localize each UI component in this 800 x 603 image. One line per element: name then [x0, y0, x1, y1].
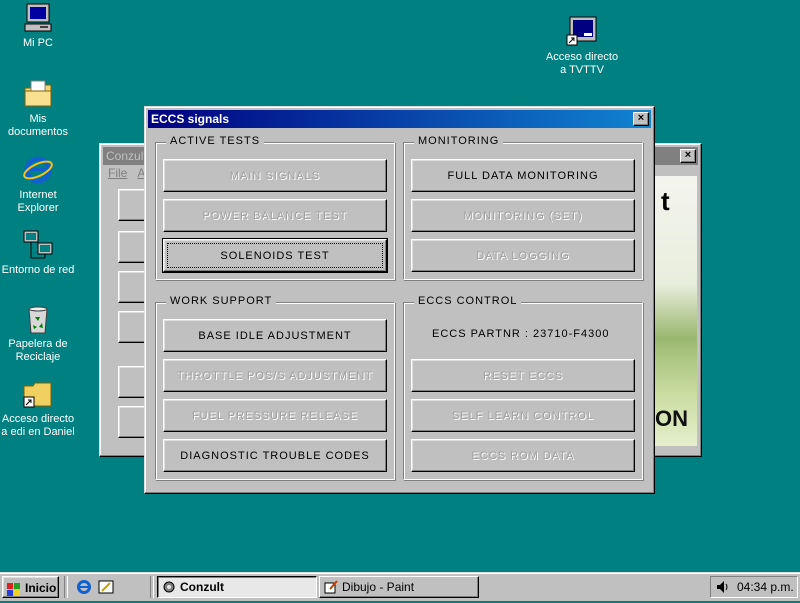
full-data-monitoring-button[interactable]: FULL DATA MONITORING: [411, 159, 635, 192]
computer-icon: [22, 2, 54, 34]
taskbar-divider: [150, 576, 154, 598]
desktop-icon-mis-documentos[interactable]: Mis documentos: [0, 78, 76, 139]
desktop-icon-mi-pc[interactable]: Mi PC: [0, 2, 76, 50]
desktop-icon-acceso-edi[interactable]: Acceso directo a edi en Daniel: [0, 378, 76, 439]
group-label: MONITORING: [414, 135, 504, 147]
desktop-icon-entorno-de-red[interactable]: Entorno de red: [0, 229, 76, 277]
close-icon: ×: [637, 112, 645, 124]
monitoring-set-button[interactable]: MONITORING (SET): [411, 199, 635, 232]
group-label: WORK SUPPORT: [166, 295, 277, 307]
eccs-title: ECCS signals: [151, 112, 230, 126]
taskbar-label: Conzult: [180, 580, 224, 594]
group-monitoring: MONITORING FULL DATA MONITORING MONITORI…: [403, 135, 643, 280]
fuel-pressure-release-button[interactable]: FUEL PRESSURE RELEASE: [163, 399, 387, 432]
brand-fragment-bottom: ON: [655, 406, 688, 431]
desktop-icon-papelera[interactable]: Papelera de Reciclaje: [0, 303, 76, 364]
folder-shortcut-icon: [22, 378, 54, 410]
group-active-tests: ACTIVE TESTS MAIN SIGNALS POWER BALANCE …: [155, 135, 395, 280]
speaker-icon[interactable]: [715, 579, 731, 595]
desktop-icon-label: Papelera de Reciclaje: [8, 338, 68, 363]
desktop-icon-label: Entorno de red: [1, 264, 75, 276]
clock[interactable]: 04:34 p.m.: [737, 577, 794, 597]
conzult-logo-image: t ON: [655, 176, 697, 446]
desktop-icon-label: Mis documentos: [8, 113, 68, 138]
diagnostic-trouble-codes-button[interactable]: DIAGNOSTIC TROUBLE CODES: [163, 439, 387, 472]
documents-folder-icon: [22, 78, 54, 110]
self-learn-control-button[interactable]: SELF LEARN CONTROL: [411, 399, 635, 432]
recycle-bin-icon: [22, 303, 54, 335]
taskbar-paint[interactable]: Dibujo - Paint: [319, 576, 479, 598]
eccs-partnr-text: ECCS PARTNR : 23710-F4300: [432, 328, 610, 340]
brand-fragment-top: t: [661, 186, 670, 216]
desktop-icon-label: Mi PC: [23, 37, 53, 49]
eccs-title-bar[interactable]: ECCS signals: [148, 110, 651, 128]
internet-explorer-quicklaunch-icon[interactable]: [76, 579, 92, 595]
internet-explorer-icon: [22, 154, 54, 186]
desktop-icon-acceso-tvttv[interactable]: Acceso directo a TVTTV: [544, 16, 620, 77]
taskbar-label: Dibujo - Paint: [342, 580, 415, 594]
start-button[interactable]: Inicio: [2, 576, 59, 598]
quick-launch-divider: [64, 576, 68, 598]
data-logging-button[interactable]: DATA LOGGING: [411, 239, 635, 272]
group-eccs-control: ECCS CONTROL ECCS PARTNR : 23710-F4300 R…: [403, 295, 643, 480]
conzult-close-button[interactable]: ×: [680, 149, 696, 163]
eccs-rom-data-button[interactable]: ECCS ROM DATA: [411, 439, 635, 472]
taskbar-conzult[interactable]: Conzult: [157, 576, 317, 598]
gear-icon: [162, 580, 176, 594]
base-idle-adjustment-button[interactable]: BASE IDLE ADJUSTMENT: [163, 319, 387, 352]
taskbar: Inicio Conzult Dibujo - Paint 04:34 p.m.: [0, 572, 800, 601]
paint-icon: [324, 580, 338, 594]
close-icon: ×: [684, 149, 692, 161]
desktop-icon-label: Acceso directo a edi en Daniel: [1, 413, 75, 438]
show-desktop-icon[interactable]: [98, 579, 114, 595]
main-signals-button[interactable]: MAIN SIGNALS: [163, 159, 387, 192]
desktop-icon-label: Acceso directo a TVTTV: [545, 51, 619, 76]
windows-logo-icon: [7, 581, 21, 596]
monitor-shortcut-icon: [566, 16, 598, 48]
menu-file[interactable]: File: [108, 166, 127, 180]
group-label: ECCS CONTROL: [414, 295, 522, 307]
solenoids-test-button[interactable]: SOLENOIDS TEST: [162, 238, 388, 273]
conzult-title: Conzult: [106, 149, 147, 163]
system-tray: 04:34 p.m.: [710, 576, 798, 598]
throttle-pos-adjustment-button[interactable]: THROTTLE POS/S ADJUSTMENT: [163, 359, 387, 392]
start-label: Inicio: [25, 581, 57, 595]
power-balance-test-button[interactable]: POWER BALANCE TEST: [163, 199, 387, 232]
group-work-support: WORK SUPPORT BASE IDLE ADJUSTMENT THROTT…: [155, 295, 395, 480]
eccs-close-button[interactable]: ×: [633, 112, 649, 126]
eccs-signals-dialog[interactable]: ECCS signals × ACTIVE TESTS MAIN SIGNALS…: [144, 106, 655, 494]
desktop-icon-internet-explorer[interactable]: Internet Explorer: [0, 154, 76, 215]
reset-eccs-button[interactable]: RESET ECCS: [411, 359, 635, 392]
group-label: ACTIVE TESTS: [166, 135, 265, 147]
desktop-icon-label: Internet Explorer: [17, 189, 59, 214]
network-icon: [22, 229, 54, 261]
